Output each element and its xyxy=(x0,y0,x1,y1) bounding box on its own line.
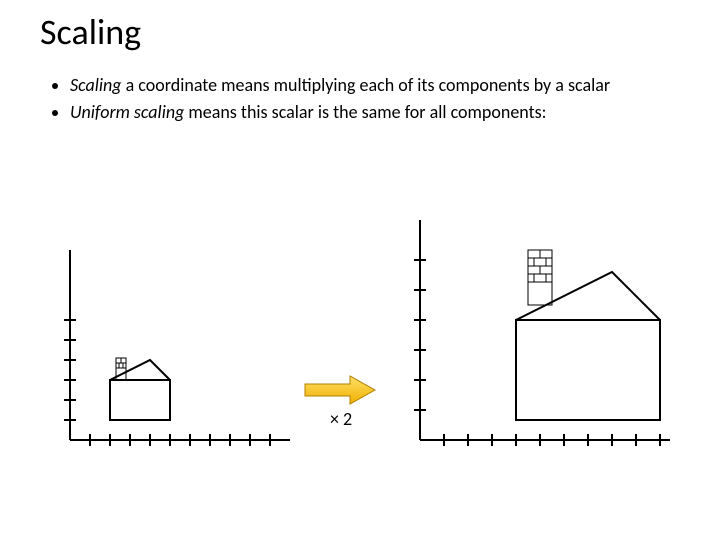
arrow-caption: × 2 xyxy=(330,408,352,430)
axes-left xyxy=(64,250,290,446)
diagram-area: × 2 xyxy=(40,180,680,500)
bullet-1-em: Scaling xyxy=(70,74,122,96)
bullet-2-rest: means this scalar is the same for all co… xyxy=(184,101,546,123)
right-plot xyxy=(390,180,690,480)
bullet-1: Scaling a coordinate means multiplying e… xyxy=(70,74,680,97)
bullet-list: Scaling a coordinate means multiplying e… xyxy=(70,74,680,125)
house-large xyxy=(516,250,660,420)
bullet-1-rest: a coordinate means multiplying each of i… xyxy=(122,74,611,96)
left-plot xyxy=(40,210,300,470)
page-title: Scaling xyxy=(40,10,680,54)
bullet-2: Uniform scaling means this scalar is the… xyxy=(70,101,680,124)
arrow-icon xyxy=(300,370,380,410)
house-small xyxy=(110,358,170,420)
bullet-2-em: Uniform scaling xyxy=(70,101,184,123)
